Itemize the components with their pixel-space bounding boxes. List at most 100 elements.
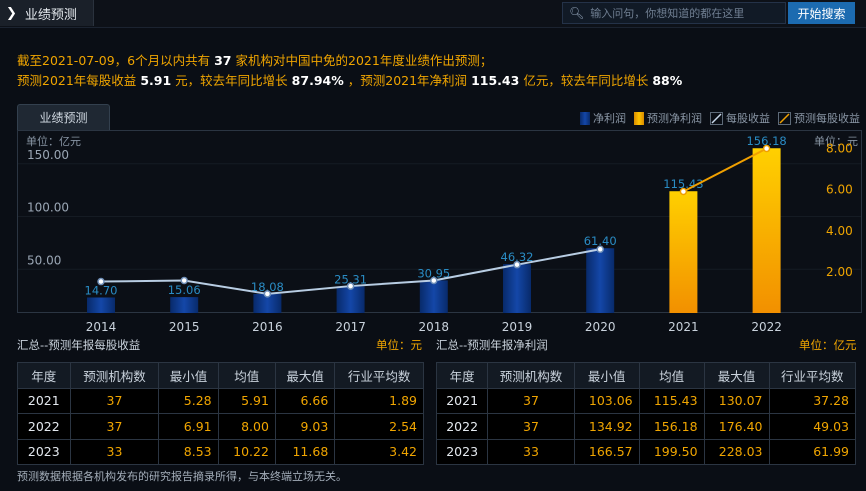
bar-value-label: 15.06 [168,283,201,297]
table-cell: 166.57 [573,438,640,465]
table-cell: 1.89 [334,387,424,414]
x-axis-tick: 2017 [335,320,366,334]
eps-point [97,277,105,286]
column-header: 预测机构数 [487,362,575,389]
table-cell: 228.03 [703,438,770,465]
legend-forecast-profit[interactable]: 预测净利润 [634,110,702,126]
net-profit-bar [586,248,615,313]
table-cell: 115.43 [638,387,705,414]
x-axis-tick: 2014 [86,320,117,334]
column-header: 预测机构数 [69,362,160,389]
left-axis-tick: 150.00 [27,148,69,162]
table-cell: 3.42 [334,438,424,465]
eps-forecast-table: 年度 预测机构数 最小值 均值 最大值 行业平均数 2021 37 5.28 5.91 6.66 1.… [17,362,424,465]
column-header: 行业平均数 [768,362,857,389]
eps-point [513,260,521,269]
profit-growth: 88% [652,73,683,88]
table-cell: 2022 [17,413,71,440]
search-button[interactable]: 开始搜索 [788,2,855,24]
legend-label: 净利润 [593,112,626,125]
tab-forecast[interactable]: 业绩预测 [17,104,110,130]
chart-legend: 净利润 预测净利润 每股收益 预测每股收益 [580,110,860,126]
table-cell: 134.92 [573,413,640,440]
profit-table-title: 汇总--预测年报净利润 [436,338,548,352]
summary-text: 元，较去年同比增长 [175,73,288,88]
net-profit-bar [419,280,448,313]
table-cell: 61.99 [768,438,857,465]
right-axis-tick: 4.00 [826,224,853,238]
search-icon: 🔍︎ [569,6,585,20]
right-axis-tick: 8.00 [826,142,853,156]
column-header: 最小值 [573,362,640,389]
summary-text: 预测2021年每股收益 [17,73,137,88]
table-row: 2022 37 134.92 156.18 176.40 49.03 [435,413,857,440]
table-cell: 2.54 [334,413,424,440]
legend-label: 预测净利润 [647,112,702,125]
table-row: 2021 37 5.28 5.91 6.66 1.89 [17,387,424,414]
eps-forecast: 5.91 [140,73,172,88]
net-profit-bar [87,297,115,313]
table-row: 2021 37 103.06 115.43 130.07 37.28 [435,387,857,414]
x-axis-tick: 2021 [668,320,699,334]
table-cell: 5.28 [158,387,219,414]
table-cell: 37 [487,387,575,414]
left-axis-tick: 50.00 [27,253,61,267]
column-header: 行业平均数 [334,362,424,389]
right-axis-tick: 6.00 [826,183,853,197]
table-cell: 2021 [435,387,489,414]
table-cell: 8.00 [217,413,276,440]
institution-count: 37 [214,53,232,68]
net-profit-bar [170,297,199,313]
line-swatch-icon [778,111,791,125]
search-placeholder: 输入问句，你想知道的都在这里 [590,7,745,20]
table-row: 2023 33 8.53 10.22 11.68 3.42 [17,438,424,465]
bar-swatch-icon [580,111,590,125]
table-cell: 8.53 [158,438,219,465]
net-profit-bar [336,286,365,313]
x-axis-tick: 2016 [252,320,283,334]
x-axis-tick: 2020 [585,320,616,334]
eps-point [263,290,272,298]
net-profit-bar [503,264,531,313]
table-cell: 130.07 [703,387,770,414]
summary-text: 亿元，较去年同比增长 [523,73,649,88]
table-cell: 176.40 [703,413,770,440]
search-input[interactable]: 🔍︎ 输入问句，你想知道的都在这里 [562,2,786,24]
table-cell: 2023 [435,438,489,465]
table-cell: 199.50 [638,438,705,465]
forecast-eps-point [679,187,688,196]
table-header-row: 年度 预测机构数 最小值 均值 最大值 行业平均数 [435,362,857,389]
legend-forecast-eps[interactable]: 预测每股收益 [778,110,860,126]
summary-text: 家机构对中国中免的2021年度业绩作出预测； [235,53,493,68]
x-axis-tick: 2018 [419,320,450,334]
table-cell: 11.68 [274,438,336,465]
table-cell: 103.06 [573,387,640,414]
eps-growth: 87.94% [291,73,344,88]
eps-table-title: 汇总--预测年报每股收益 [17,338,141,352]
x-axis-tick: 2019 [502,320,533,334]
bar-swatch-icon [634,111,644,125]
column-header: 最大值 [274,362,336,389]
eps-point [180,276,188,285]
bar-value-label: 14.70 [85,283,118,297]
right-axis-tick: 2.00 [826,265,853,279]
table-cell: 6.91 [158,413,219,440]
chevron-right-icon: ❯ [6,5,17,21]
column-header: 均值 [217,362,276,389]
table-cell: 6.66 [274,387,336,414]
summary-text: ，预测2021年净利润 [347,73,468,88]
table-cell: 2023 [17,438,71,465]
profit-table-unit: 单位：亿元 [799,338,857,352]
table-row: 2022 37 6.91 8.00 9.03 2.54 [17,413,424,440]
table-cell: 2022 [435,413,489,440]
table-row: 2023 33 166.57 199.50 228.03 61.99 [435,438,857,465]
legend-eps[interactable]: 每股收益 [710,110,770,126]
eps-point [430,276,438,285]
table-cell: 33 [69,438,160,465]
left-axis-unit: 单位：亿元 [26,134,81,148]
legend-net-profit[interactable]: 净利润 [580,110,626,126]
forecast-profit-bar [669,191,698,313]
table-cell: 2021 [17,387,71,414]
profit-forecast: 115.43 [471,73,520,88]
module-title-tab[interactable]: ❯ 业绩预测 [0,0,94,26]
